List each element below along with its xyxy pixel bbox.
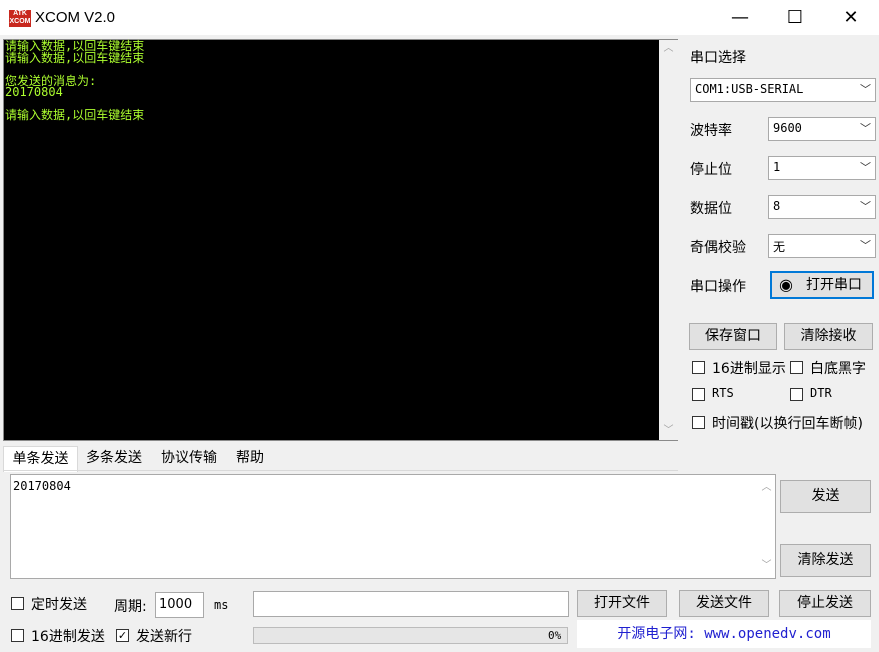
close-button[interactable]: ✕ (828, 0, 874, 35)
send-button[interactable]: 发送 (780, 480, 871, 513)
clear-send-button[interactable]: 清除发送 (780, 544, 871, 577)
tab-help[interactable]: 帮助 (228, 446, 272, 470)
chevron-down-icon: ﹀ (860, 161, 871, 174)
hex-display-checkbox[interactable] (692, 361, 705, 374)
parity-label: 奇偶校验 (690, 240, 746, 256)
dtr-checkbox[interactable] (790, 388, 803, 401)
open-port-button[interactable]: ◉ 打开串口 (770, 271, 874, 299)
parity-select[interactable]: 无 ﹀ (768, 234, 876, 258)
send-newline-checkbox[interactable]: ✓ (116, 629, 129, 642)
white-bg-label: 白底黑字 (810, 361, 866, 377)
hex-display-label: 16进制显示 (712, 361, 786, 377)
scroll-down-icon[interactable]: ﹀ (757, 557, 776, 575)
send-file-button[interactable]: 发送文件 (679, 590, 769, 617)
baud-label: 波特率 (690, 123, 732, 139)
save-window-button[interactable]: 保存窗口 (689, 323, 777, 350)
send-newline-label: 发送新行 (136, 629, 192, 645)
tab-multi-send[interactable]: 多条发送 (80, 446, 148, 470)
stopbits-select[interactable]: 1 ﹀ (768, 156, 876, 180)
stopbits-label: 停止位 (690, 162, 732, 178)
send-scrollbar[interactable]: ︿ ﹀ (757, 475, 775, 578)
dtr-label: DTR (810, 386, 832, 400)
open-file-button[interactable]: 打开文件 (577, 590, 667, 617)
port-select[interactable]: COM1:USB-SERIAL ﹀ (690, 78, 876, 102)
period-input[interactable]: 1000 (155, 592, 204, 618)
databits-value: 8 (773, 199, 781, 213)
timestamp-checkbox[interactable] (692, 416, 705, 429)
send-text: 20170804 (13, 479, 71, 493)
scroll-up-icon[interactable]: ︿ (659, 40, 678, 58)
app-logo-icon: ATK XCOM (9, 10, 31, 27)
chevron-down-icon: ﹀ (860, 122, 871, 135)
databits-select[interactable]: 8 ﹀ (768, 195, 876, 219)
timed-send-label: 定时发送 (31, 597, 87, 613)
tab-protocol[interactable]: 协议传输 (154, 446, 224, 470)
port-select-value: COM1:USB-SERIAL (695, 82, 804, 96)
white-bg-checkbox[interactable] (790, 361, 803, 374)
timestamp-label: 时间戳(以换行回车断帧) (712, 416, 863, 432)
open-port-label: 打开串口 (806, 277, 862, 293)
scroll-down-icon[interactable]: ﹀ (659, 422, 678, 440)
website-link[interactable]: 开源电子网: www.openedv.com (577, 620, 871, 648)
tab-divider (3, 470, 678, 471)
baud-select[interactable]: 9600 ﹀ (768, 117, 876, 141)
databits-label: 数据位 (690, 201, 732, 217)
chevron-down-icon: ﹀ (860, 200, 871, 213)
period-label: 周期: (114, 599, 147, 615)
port-select-label: 串口选择 (690, 50, 746, 66)
rts-label: RTS (712, 386, 734, 400)
timed-send-checkbox[interactable] (11, 597, 24, 610)
period-unit: ms (214, 598, 229, 612)
port-status-icon: ◉ (779, 275, 793, 294)
progress-text: 0% (548, 629, 562, 642)
parity-value: 无 (773, 240, 786, 254)
stop-send-button[interactable]: 停止发送 (779, 590, 871, 617)
chevron-down-icon: ﹀ (860, 239, 871, 252)
scroll-up-icon[interactable]: ︿ (757, 479, 776, 497)
port-op-label: 串口操作 (690, 279, 746, 295)
hex-send-checkbox[interactable] (11, 629, 24, 642)
title-bar: ATK XCOM XCOM V2.0 — ☐ ✕ (0, 0, 879, 35)
chevron-down-icon: ﹀ (860, 83, 871, 96)
rts-checkbox[interactable] (692, 388, 705, 401)
receive-terminal[interactable]: 请输入数据,以回车键结束 请输入数据,以回车键结束 您发送的消息为: 20170… (3, 39, 678, 441)
clear-receive-button[interactable]: 清除接收 (784, 323, 873, 350)
period-value: 1000 (159, 597, 193, 612)
stopbits-value: 1 (773, 160, 781, 174)
tab-single-send[interactable]: 单条发送 (3, 446, 78, 472)
minimize-button[interactable]: — (717, 0, 763, 35)
file-path-input[interactable] (253, 591, 569, 617)
baud-value: 9600 (773, 121, 802, 135)
window-title: XCOM V2.0 (35, 9, 116, 26)
send-progress-bar (253, 627, 568, 644)
receive-scrollbar[interactable]: ︿ ﹀ (659, 40, 678, 440)
send-textarea[interactable]: 20170804 ︿ ﹀ (10, 474, 776, 579)
hex-send-label: 16进制发送 (31, 629, 105, 645)
maximize-button[interactable]: ☐ (772, 0, 818, 35)
receive-text: 请输入数据,以回车键结束 请输入数据,以回车键结束 您发送的消息为: 20170… (5, 39, 145, 122)
